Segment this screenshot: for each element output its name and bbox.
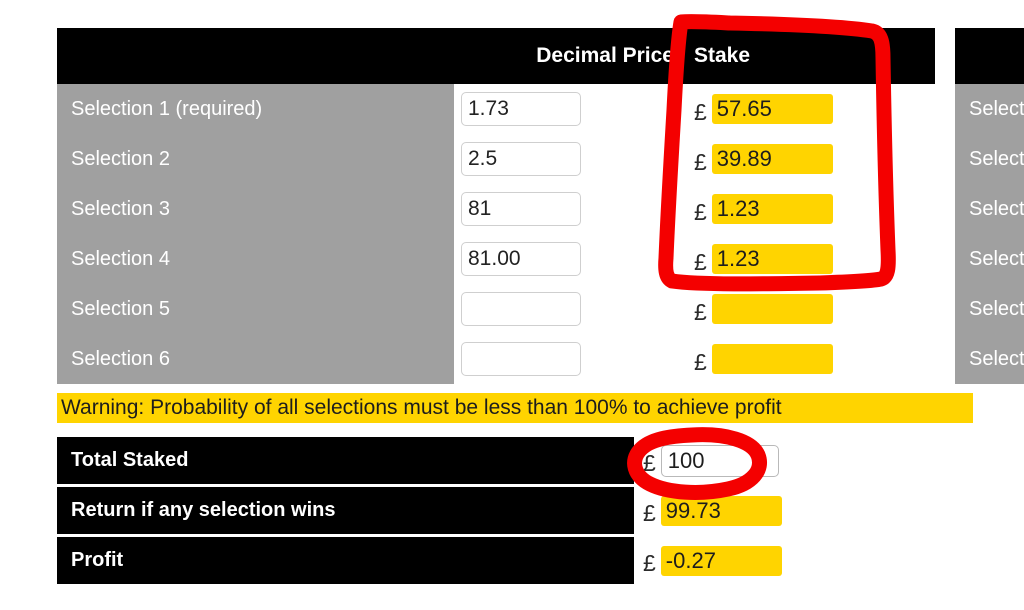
decimal-price-input[interactable] [461, 142, 581, 176]
selections-table-secondary: Decimal Price Stake Selection 1 (require… [955, 28, 1024, 384]
return-if-win-row: Return if any selection wins £ 99.73 [57, 487, 782, 534]
stake-cell: £ 1.23 [682, 234, 935, 284]
table-row: Selection 6 £ [57, 334, 935, 384]
stake-cell: £ [682, 284, 935, 334]
total-staked-label: Total Staked [57, 437, 634, 484]
table-header-row: Decimal Price Stake [57, 28, 935, 84]
currency-symbol: £ [643, 450, 656, 476]
decimal-price-input[interactable] [461, 242, 581, 276]
selection-label: Selection 3 [955, 184, 1024, 234]
header-stake: Stake [694, 44, 751, 67]
profit-row: Profit £ -0.27 [57, 537, 782, 584]
selection-label: Selection 6 [955, 334, 1024, 384]
decimal-price-input[interactable] [461, 342, 581, 376]
stake-cell: £ [682, 334, 935, 384]
profit-value: -0.27 [660, 545, 782, 576]
table-row: Selection 4 [955, 234, 1024, 284]
currency-symbol: £ [643, 500, 656, 526]
currency-symbol: £ [694, 148, 707, 175]
currency-symbol: £ [694, 248, 707, 275]
table-row: Selection 1 (required) £ 57.65 [57, 84, 935, 134]
decimal-price-input[interactable] [461, 292, 581, 326]
selection-label: Selection 5 [57, 284, 454, 334]
selection-label: Selection 1 (required) [955, 84, 1024, 134]
decimal-price-cell [454, 134, 682, 184]
selection-label: Selection 4 [955, 234, 1024, 284]
currency-symbol: £ [694, 198, 707, 225]
selection-label: Selection 4 [57, 234, 454, 284]
stake-value: 39.89 [711, 144, 833, 174]
table-row: Selection 4 £ 1.23 [57, 234, 935, 284]
selection-label: Selection 5 [955, 284, 1024, 334]
currency-symbol: £ [694, 298, 707, 325]
selection-label: Selection 2 [955, 134, 1024, 184]
table-header-row-secondary: Decimal Price Stake [955, 28, 1024, 84]
stake-value: 57.65 [711, 94, 833, 124]
selection-label: Selection 1 (required) [57, 84, 454, 134]
table-row: Selection 1 (required) [955, 84, 1024, 134]
table-row: Selection 5 £ [57, 284, 935, 334]
currency-symbol: £ [694, 348, 707, 375]
stake-value: 1.23 [711, 194, 833, 224]
header-decimal-price: Decimal Price [536, 44, 674, 67]
profit-value-cell: £ -0.27 [634, 537, 782, 584]
stake-value: 1.23 [711, 244, 833, 274]
return-if-win-value-cell: £ 99.73 [634, 487, 782, 534]
stake-value [711, 294, 833, 324]
selection-label: Selection 2 [57, 134, 454, 184]
total-staked-input[interactable] [660, 444, 779, 477]
decimal-price-cell [454, 234, 682, 284]
table-row: Selection 3 £ 1.23 [57, 184, 935, 234]
warning-banner: Warning: Probability of all selections m… [57, 393, 973, 423]
return-if-win-label: Return if any selection wins [57, 487, 634, 534]
total-staked-value-cell: £ [634, 437, 782, 484]
total-staked-row: Total Staked £ [57, 437, 782, 484]
decimal-price-input[interactable] [461, 92, 581, 126]
decimal-price-cell [454, 334, 682, 384]
return-if-win-value: 99.73 [660, 495, 782, 526]
decimal-price-input[interactable] [461, 192, 581, 226]
decimal-price-cell [454, 184, 682, 234]
stake-cell: £ 39.89 [682, 134, 935, 184]
profit-label: Profit [57, 537, 634, 584]
selections-table: Decimal Price Stake Selection 1 (require… [57, 28, 935, 384]
currency-symbol: £ [643, 550, 656, 576]
selection-label: Selection 6 [57, 334, 454, 384]
table-row: Selection 5 [955, 284, 1024, 334]
selection-label: Selection 3 [57, 184, 454, 234]
decimal-price-cell [454, 84, 682, 134]
table-body-secondary: Selection 1 (required) Selection 2 Selec… [955, 84, 1024, 384]
currency-symbol: £ [694, 98, 707, 125]
table-row: Selection 2 [955, 134, 1024, 184]
stake-cell: £ 1.23 [682, 184, 935, 234]
table-row: Selection 6 [955, 334, 1024, 384]
stake-cell: £ 57.65 [682, 84, 935, 134]
summary-table: Total Staked £ Return if any selection w… [57, 437, 782, 587]
table-row: Selection 3 [955, 184, 1024, 234]
decimal-price-cell [454, 284, 682, 334]
table-row: Selection 2 £ 39.89 [57, 134, 935, 184]
stake-value [711, 344, 833, 374]
table-body: Selection 1 (required) £ 57.65 Selection… [57, 84, 935, 384]
